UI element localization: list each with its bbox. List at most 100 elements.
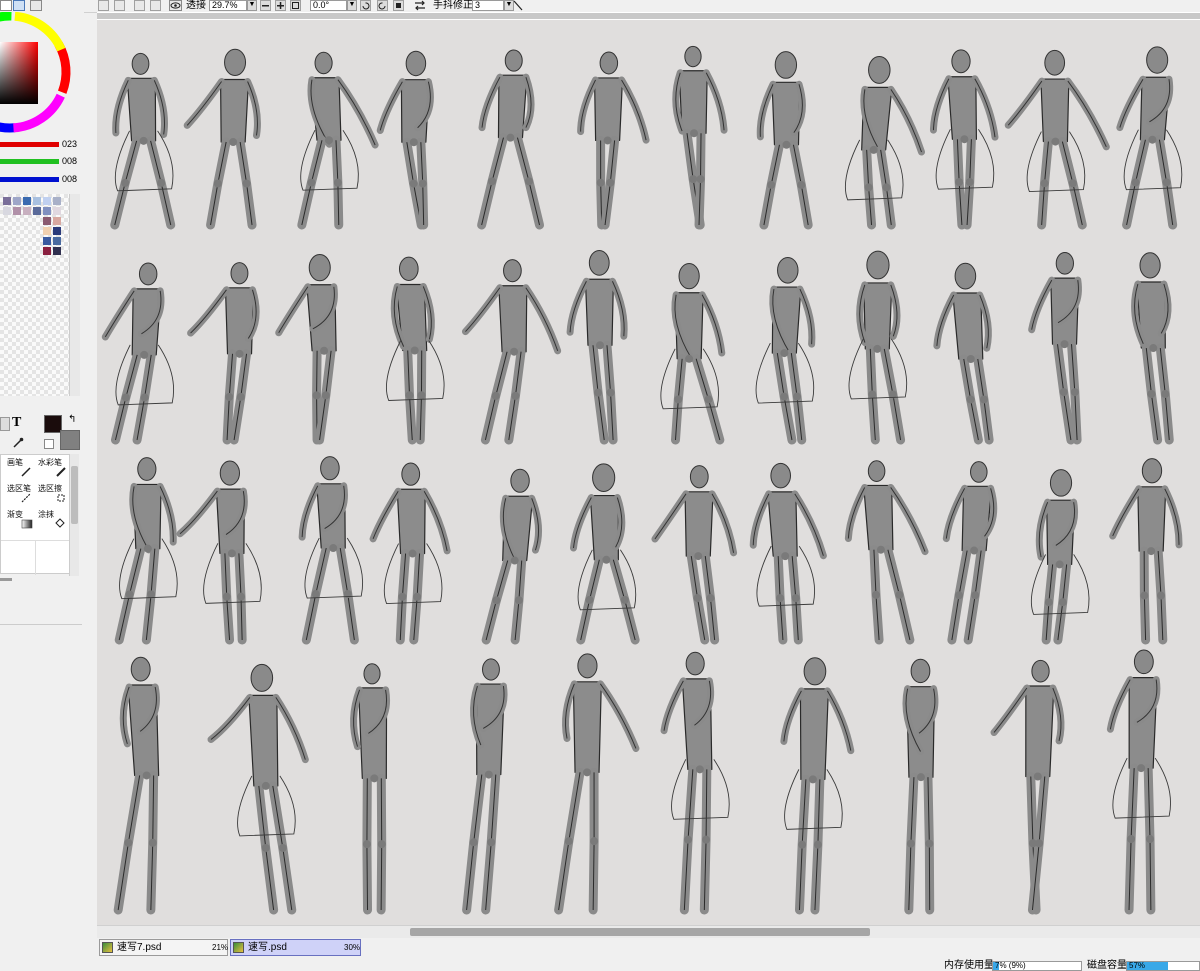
tool-palette-scroll-thumb[interactable] <box>71 466 78 524</box>
gesture-figure <box>942 461 998 645</box>
select-pen-label[interactable]: 选区笔 <box>7 484 31 493</box>
stabilizer-field[interactable]: 3 <box>472 0 504 11</box>
gesture-figure <box>577 51 650 230</box>
color-swatch[interactable] <box>3 207 11 215</box>
color-swatch[interactable] <box>23 197 31 205</box>
transparent-color-icon[interactable] <box>44 439 54 449</box>
view-label: 透接 <box>186 0 206 11</box>
zoom-dropdown-icon[interactable]: ▼ <box>247 0 257 11</box>
red-slider[interactable]: 023 <box>0 138 84 152</box>
color-swatch[interactable] <box>43 227 51 235</box>
color-swatch[interactable] <box>13 197 21 205</box>
flip-icon[interactable] <box>413 0 427 11</box>
tool-palette-scrollbar[interactable] <box>69 454 79 576</box>
red-value[interactable]: 023 <box>62 138 77 151</box>
green-slider[interactable]: 008 <box>0 155 84 169</box>
gesture-figure <box>929 49 999 230</box>
color-swatch[interactable] <box>53 217 61 225</box>
watercolor-tool-label[interactable]: 水彩笔 <box>38 458 62 467</box>
document-bar: 速写7.psd 21% 速写.psd 30% <box>97 938 1200 957</box>
color-swatch[interactable] <box>53 207 61 215</box>
pen-pressure-icon[interactable] <box>512 0 524 11</box>
color-swatch[interactable] <box>43 217 51 225</box>
horizontal-scrollbar[interactable] <box>97 925 1200 938</box>
rgb-tab-icon[interactable] <box>13 0 25 11</box>
gesture-figure <box>844 55 926 230</box>
zoom-in-button[interactable] <box>275 0 286 11</box>
rotation-field[interactable]: 0.0° <box>310 0 347 11</box>
select-all-button[interactable] <box>150 0 161 11</box>
color-swatch[interactable] <box>43 207 51 215</box>
panel-divider <box>0 624 82 625</box>
color-swatch[interactable] <box>53 237 61 245</box>
document-icon <box>102 942 113 953</box>
color-swatch[interactable] <box>53 227 61 235</box>
blue-slider[interactable]: 008 <box>0 173 84 187</box>
secondary-color[interactable] <box>60 430 80 450</box>
color-swatch[interactable] <box>23 207 31 215</box>
bucket-tool-label[interactable]: 涂抹 <box>38 510 54 519</box>
color-swatch[interactable] <box>43 247 51 255</box>
gesture-figure <box>298 456 364 645</box>
rotate-left-button[interactable] <box>360 0 371 11</box>
gesture-figure <box>183 48 261 230</box>
zoom-reset-button[interactable] <box>290 0 301 11</box>
gesture-figure <box>990 659 1065 915</box>
color-swatch[interactable] <box>43 197 51 205</box>
tool-stub[interactable] <box>0 417 10 431</box>
gradient-tool-label[interactable]: 渐变 <box>7 510 23 519</box>
gesture-figure <box>1106 649 1171 915</box>
color-swatch[interactable] <box>33 207 41 215</box>
green-slider-bar[interactable] <box>0 159 59 164</box>
canvas[interactable] <box>97 20 1200 925</box>
color-wheel-tab-icon[interactable] <box>0 0 12 11</box>
redo-button[interactable] <box>114 0 125 11</box>
zoom-out-button[interactable] <box>260 0 271 11</box>
green-value[interactable]: 008 <box>62 155 77 168</box>
brush-tool-label[interactable]: 画笔 <box>7 458 23 467</box>
swap-colors-icon[interactable]: ↰ <box>68 415 80 427</box>
color-swatch[interactable] <box>43 237 51 245</box>
color-swatch[interactable] <box>53 247 61 255</box>
color-swatch[interactable] <box>33 197 41 205</box>
memory-meter: 7% (9%) <box>992 961 1082 971</box>
text-tool-icon[interactable]: T <box>12 415 21 431</box>
bucket-icon[interactable] <box>53 517 67 529</box>
color-wheel[interactable] <box>0 12 84 140</box>
color-swatch[interactable] <box>53 197 61 205</box>
gesture-figure <box>176 460 262 645</box>
zoom-field[interactable]: 29.7% <box>209 0 247 11</box>
undo-button[interactable] <box>98 0 109 11</box>
deselect-button[interactable] <box>134 0 145 11</box>
blue-slider-bar[interactable] <box>0 177 59 182</box>
select-pen-icon[interactable] <box>21 493 31 503</box>
gesture-figure <box>462 658 508 915</box>
select-eraser-icon[interactable] <box>56 493 66 503</box>
color-swatch[interactable] <box>3 197 11 205</box>
panel-splitter[interactable] <box>0 578 12 581</box>
color-swatch[interactable] <box>13 207 21 215</box>
red-slider-bar[interactable] <box>0 142 59 147</box>
gesture-figure <box>672 45 728 230</box>
gradient-icon[interactable] <box>21 519 33 529</box>
document-tab-active[interactable]: 速写.psd 30% <box>230 939 361 956</box>
horizontal-scroll-thumb[interactable] <box>410 928 870 936</box>
gesture-figure <box>1116 46 1183 230</box>
blue-value[interactable]: 008 <box>62 173 77 186</box>
brush-icon[interactable] <box>21 467 31 477</box>
gesture-figure <box>461 259 562 445</box>
rotation-dropdown-icon[interactable]: ▼ <box>347 0 357 11</box>
rotate-reset-button[interactable] <box>393 0 404 11</box>
swatch-scrollbar[interactable] <box>69 194 80 396</box>
gesture-figure <box>1109 458 1183 645</box>
canvas-top-edge <box>97 13 1200 19</box>
gesture-figure <box>113 656 160 915</box>
gesture-figure <box>749 462 827 645</box>
rotate-right-button[interactable] <box>377 0 388 11</box>
document-tab[interactable]: 速写7.psd 21% <box>99 939 228 956</box>
eyedropper-icon[interactable] <box>12 437 24 449</box>
swatch-tab-icon[interactable] <box>30 0 42 11</box>
eye-icon[interactable] <box>169 0 182 11</box>
watercolor-icon[interactable] <box>56 467 66 477</box>
select-eraser-label[interactable]: 选区擦 <box>38 484 62 493</box>
